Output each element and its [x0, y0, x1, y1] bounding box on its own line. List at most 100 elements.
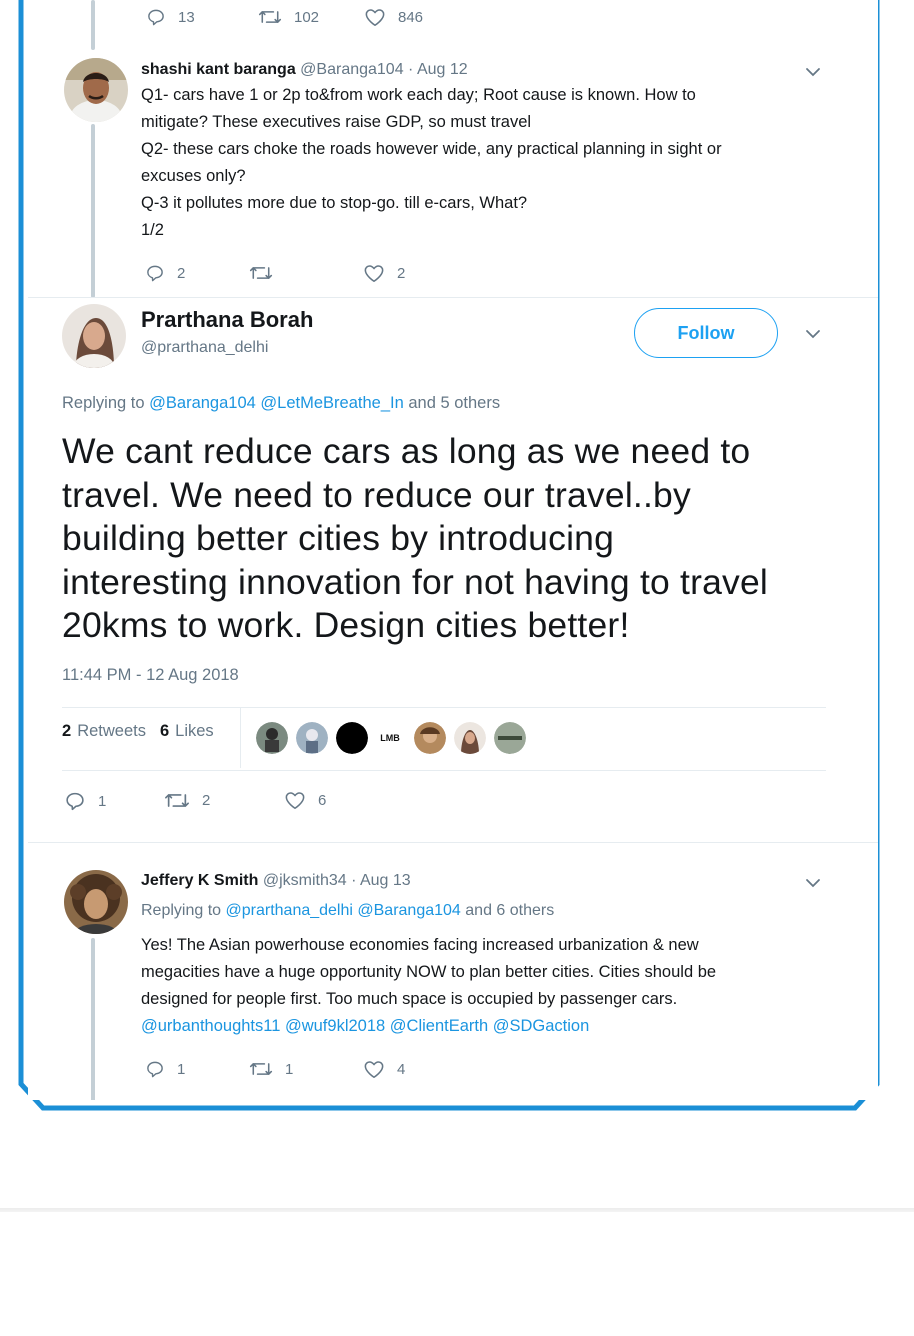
text-line: interesting innovation for not having to… [62, 561, 769, 602]
like-action[interactable]: 846 [364, 8, 423, 27]
tweet-thread-panel: 13 102 846 shashi kant baranga @Baranga1… [28, 0, 878, 1100]
divider [28, 842, 878, 843]
retweet-icon [165, 794, 189, 807]
text-line: Q1- cars have 1 or 2p to&from work each … [141, 86, 696, 104]
author-name[interactable]: Prarthana Borah [141, 307, 313, 333]
divider [240, 708, 241, 768]
text-line: excuses only? [141, 167, 246, 185]
avatar[interactable] [296, 722, 328, 754]
reply-icon [147, 1061, 163, 1078]
reply-count: 13 [178, 9, 195, 26]
chevron-down-icon[interactable] [804, 66, 822, 78]
divider [28, 297, 878, 298]
like-count: 846 [398, 9, 424, 26]
chevron-down-icon[interactable] [804, 877, 822, 889]
action-bar: 1 1 4 [145, 1060, 545, 1082]
reply-count: 2 [177, 265, 186, 282]
tweet-text: Q1- cars have 1 or 2p to&from work each … [141, 82, 841, 244]
avatar[interactable] [336, 722, 368, 754]
page-bottom-divider [0, 1208, 914, 1212]
retweet-icon [258, 11, 282, 23]
text-line: megacities have a huge opportunity NOW t… [141, 963, 717, 981]
like-action[interactable]: 4 [363, 1060, 405, 1079]
retweet-action[interactable]: 1 [249, 1060, 293, 1078]
tweet-stats: 2 Retweets 6 Likes [62, 722, 228, 741]
thread-line [91, 124, 95, 298]
heart-icon [365, 9, 385, 27]
replying-prefix: Replying to [62, 394, 145, 412]
reply-action[interactable]: 2 [145, 264, 185, 283]
author-name[interactable]: shashi kant baranga [141, 61, 296, 78]
mention-links[interactable]: @urbanthoughts11 @wuf9kl2018 @ClientEart… [141, 1013, 851, 1040]
author-handle[interactable]: @prarthana_delhi [141, 339, 268, 357]
retweet-total[interactable]: 2 [62, 722, 71, 741]
avatar[interactable] [454, 722, 486, 754]
mention-link[interactable]: @Baranga104 [149, 394, 256, 412]
tweet-text: Yes! The Asian powerhouse economies faci… [141, 932, 851, 1040]
reply-action[interactable]: 1 [64, 791, 106, 812]
divider [62, 770, 826, 771]
retweets-label[interactable]: Retweets [77, 722, 146, 741]
text-line: building better cities by introducing [62, 518, 615, 558]
tweet-timestamp[interactable]: 11:44 PM - 12 Aug 2018 [62, 666, 239, 685]
retweet-count: 1 [285, 1060, 294, 1078]
likes-label[interactable]: Likes [175, 722, 214, 741]
like-action[interactable]: 2 [363, 264, 405, 283]
retweet-action[interactable] [249, 264, 285, 282]
action-bar: 2 2 [145, 264, 545, 286]
like-total[interactable]: 6 [160, 722, 169, 741]
heart-icon [285, 792, 305, 810]
avatar[interactable] [64, 870, 128, 934]
avatar[interactable] [414, 722, 446, 754]
mention-link[interactable]: @LetMeBreathe_In [260, 394, 403, 412]
mention-link[interactable]: @prarthana_delhi [226, 902, 353, 919]
action-bar: 13 102 846 [146, 8, 546, 30]
like-count: 4 [397, 1061, 406, 1078]
replying-suffix[interactable]: and 5 others [408, 394, 500, 412]
retweet-icon [249, 1063, 273, 1075]
text-line: We cant reduce cars as long as we need t… [62, 431, 751, 471]
avatar[interactable] [256, 722, 288, 754]
follow-button[interactable]: Follow [634, 308, 778, 358]
replying-to: Replying to @prarthana_delhi @Baranga104… [141, 902, 554, 920]
avatar[interactable]: LMB [374, 722, 406, 754]
divider [62, 707, 826, 708]
main-tweet-text: We cant reduce cars as long as we need t… [62, 430, 842, 648]
text-line: designed for people first. Too much spac… [141, 990, 678, 1008]
author-handle-date[interactable]: @Baranga104 · Aug 12 [300, 61, 467, 78]
retweet-action[interactable]: 2 [164, 791, 210, 810]
thread-line [91, 0, 95, 50]
text-line: Yes! The Asian powerhouse economies faci… [141, 936, 699, 954]
reply-count: 1 [98, 793, 107, 810]
avatar[interactable] [64, 58, 128, 122]
retweet-count: 102 [294, 8, 320, 26]
text-line: 20kms to work. Design cities better! [62, 605, 630, 645]
thread-line [91, 938, 95, 1100]
reply-icon [148, 9, 164, 26]
reply-action[interactable]: 13 [146, 8, 195, 27]
like-count: 6 [318, 792, 327, 809]
reply-count: 1 [177, 1061, 186, 1078]
author-handle-date[interactable]: @jksmith34 · Aug 13 [263, 872, 411, 889]
like-count: 2 [397, 265, 406, 282]
replying-suffix[interactable]: and 6 others [465, 902, 554, 919]
retweet-action[interactable]: 102 [258, 8, 319, 26]
replying-prefix: Replying to [141, 902, 222, 919]
avatar[interactable] [62, 304, 126, 368]
replying-to: Replying to @Baranga104 @LetMeBreathe_In… [62, 394, 500, 413]
avatar[interactable] [494, 722, 526, 754]
mention-link[interactable]: @Baranga104 [357, 902, 460, 919]
heart-icon [364, 265, 384, 283]
heart-icon [364, 1061, 384, 1079]
reply-icon [66, 792, 84, 811]
reply-action[interactable]: 1 [145, 1060, 185, 1079]
text-line: Q-3 it pollutes more due to stop-go. til… [141, 194, 528, 212]
chevron-down-icon[interactable] [804, 328, 822, 340]
author-name[interactable]: Jeffery K Smith [141, 872, 258, 889]
retweet-icon [249, 267, 273, 279]
action-bar: 1 2 6 [64, 791, 464, 813]
text-line: mitigate? These executives raise GDP, so… [141, 113, 532, 131]
text-line: 1/2 [141, 221, 164, 239]
text-line: Q2- these cars choke the roads however w… [141, 140, 722, 158]
like-action[interactable]: 6 [284, 791, 326, 810]
